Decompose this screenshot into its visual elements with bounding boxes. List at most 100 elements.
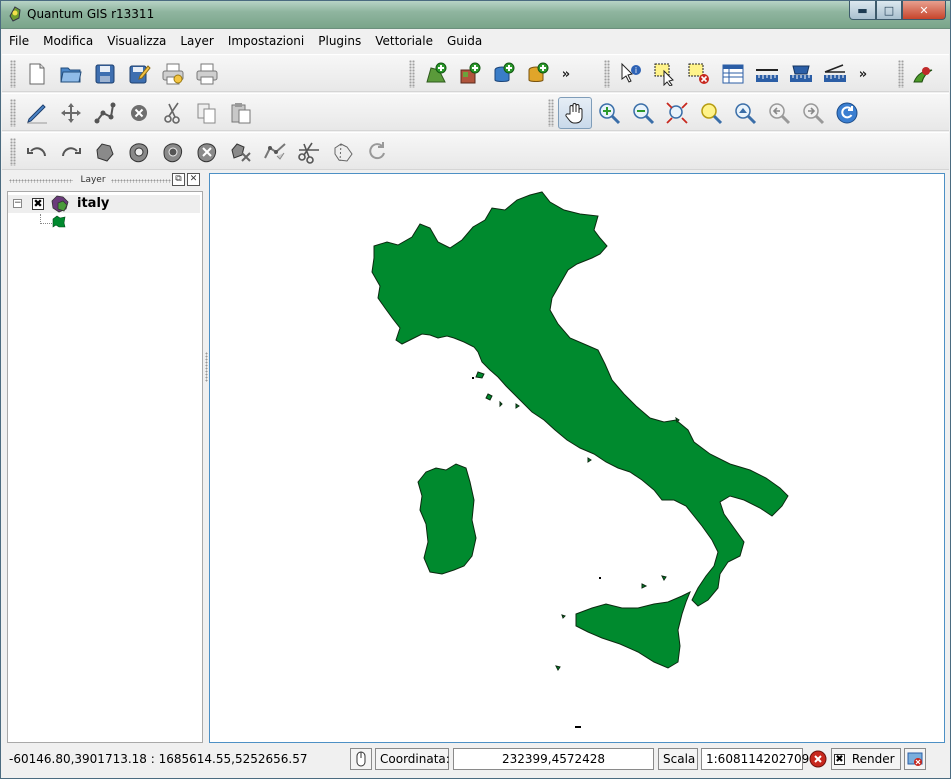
render-checkbox[interactable]: ✖ (834, 754, 845, 765)
node-tool-button[interactable] (88, 97, 122, 129)
advanced-digitizing-toolbar (10, 133, 394, 171)
menu-view[interactable]: Visualizza (100, 30, 173, 52)
layer-visibility-checkbox[interactable]: ✖ (32, 198, 44, 210)
measure-angle-button[interactable] (818, 58, 852, 90)
layer-tree[interactable]: − ✖ italy (7, 191, 203, 743)
add-vector-button[interactable] (419, 58, 453, 90)
move-feature-button[interactable] (54, 97, 88, 129)
toggle-editing-icon (27, 104, 47, 124)
merge-features-button[interactable] (326, 136, 360, 168)
delete-ring-button[interactable] (190, 136, 224, 168)
simplify-feature-button[interactable] (88, 136, 122, 168)
menu-layer[interactable]: Layer (173, 30, 220, 52)
menu-vector[interactable]: Vettoriale (368, 30, 440, 52)
grass-plugin-button[interactable] (908, 58, 938, 90)
toolbar-grip[interactable] (10, 138, 16, 166)
toolbar-overflow-button[interactable]: » (852, 67, 874, 82)
close-panel-button[interactable]: ✕ (187, 173, 200, 186)
menu-file[interactable]: File (2, 30, 36, 52)
open-project-button[interactable] (54, 58, 88, 90)
toolbar-grip[interactable] (604, 60, 610, 88)
delete-ring-icon (197, 143, 217, 163)
add-spatialite-button[interactable] (521, 58, 555, 90)
copy-features-button[interactable] (190, 97, 224, 129)
map-canvas[interactable] (209, 173, 945, 743)
toolbar-overflow-button[interactable]: » (555, 67, 577, 82)
toolbar-grip[interactable] (548, 99, 554, 127)
split-features-button[interactable] (292, 136, 326, 168)
add-raster-button[interactable] (453, 58, 487, 90)
undo-button[interactable] (20, 136, 54, 168)
print-composer-button[interactable] (156, 58, 190, 90)
delete-selected-button[interactable] (122, 97, 156, 129)
identify-button[interactable]: i (614, 58, 648, 90)
zoom-full-button[interactable] (660, 97, 694, 129)
undo-icon (27, 147, 46, 157)
toolbar-row-1: » i » (2, 54, 949, 92)
minimize-button[interactable]: ▬ (849, 1, 876, 20)
island (472, 377, 474, 379)
identify-icon: i (621, 62, 641, 83)
attribute-table-button[interactable] (716, 58, 750, 90)
toggle-editing-button[interactable] (20, 97, 54, 129)
zoom-next-button[interactable] (796, 97, 830, 129)
tree-connector (40, 214, 52, 224)
float-panel-button[interactable]: ⧉ (172, 173, 185, 186)
menu-settings[interactable]: Impostazioni (221, 30, 311, 52)
add-island-button[interactable] (156, 136, 190, 168)
toolbar-grip[interactable] (10, 99, 16, 127)
collapse-toggle[interactable]: − (13, 199, 22, 208)
pan-button[interactable] (558, 97, 592, 129)
new-project-button[interactable] (20, 58, 54, 90)
coordinate-capture-button[interactable] (350, 748, 372, 770)
paste-features-icon (231, 103, 251, 124)
render-toggle[interactable]: ✖ Render (831, 748, 901, 770)
scale-field[interactable]: 1:608114202709 (701, 748, 809, 770)
toolbar-grip[interactable] (409, 60, 415, 88)
toolbar-grip[interactable] (898, 60, 904, 88)
menu-plugins[interactable]: Plugins (311, 30, 368, 52)
reshape-features-icon (264, 143, 286, 160)
reshape-features-button[interactable] (258, 136, 292, 168)
paste-features-button[interactable] (224, 97, 258, 129)
deselect-button[interactable] (682, 58, 716, 90)
zoom-in-button[interactable] (592, 97, 626, 129)
title-bar[interactable]: Quantum GIS r13311 ▬ □ ✕ (1, 1, 950, 29)
add-postgis-button[interactable] (487, 58, 521, 90)
redo-button[interactable] (54, 136, 88, 168)
grass-plugin-icon (913, 67, 933, 83)
toolbar-grip[interactable] (10, 60, 16, 88)
node-tool-icon (94, 102, 116, 124)
coordinate-field[interactable]: 232399,4572428 (453, 748, 654, 770)
maximize-button[interactable]: □ (876, 1, 902, 20)
zoom-out-button[interactable] (626, 97, 660, 129)
add-ring-button[interactable] (122, 136, 156, 168)
save-as-button[interactable] (122, 58, 156, 90)
rotate-point-symbols-icon (369, 142, 385, 160)
zoom-last-button[interactable] (762, 97, 796, 129)
select-features-button[interactable] (648, 58, 682, 90)
file-toolbar (10, 55, 224, 93)
panel-splitter[interactable] (204, 172, 208, 744)
projection-button[interactable] (904, 748, 926, 770)
zoom-last-icon (769, 103, 791, 125)
measure-line-button[interactable] (750, 58, 784, 90)
save-project-button[interactable] (88, 58, 122, 90)
delete-part-button[interactable] (224, 136, 258, 168)
menu-edit[interactable]: Modifica (36, 30, 100, 52)
print-button[interactable] (190, 58, 224, 90)
measure-line-icon (756, 69, 778, 82)
cut-features-button[interactable] (156, 97, 190, 129)
measure-area-button[interactable] (784, 58, 818, 90)
rotate-point-symbols-button[interactable] (360, 136, 394, 168)
zoom-to-layer-button[interactable] (728, 97, 762, 129)
close-button[interactable]: ✕ (902, 1, 946, 20)
stop-render-button[interactable] (807, 748, 829, 770)
refresh-button[interactable] (830, 97, 864, 129)
layer-panel-titlebar[interactable]: Layer ⧉ ✕ (7, 172, 203, 189)
save-project-icon (95, 64, 115, 84)
layer-row-italy[interactable]: − ✖ italy (8, 195, 200, 213)
zoom-to-selection-button[interactable] (694, 97, 728, 129)
menu-help[interactable]: Guida (440, 30, 489, 52)
zoom-to-selection-icon (701, 103, 723, 125)
